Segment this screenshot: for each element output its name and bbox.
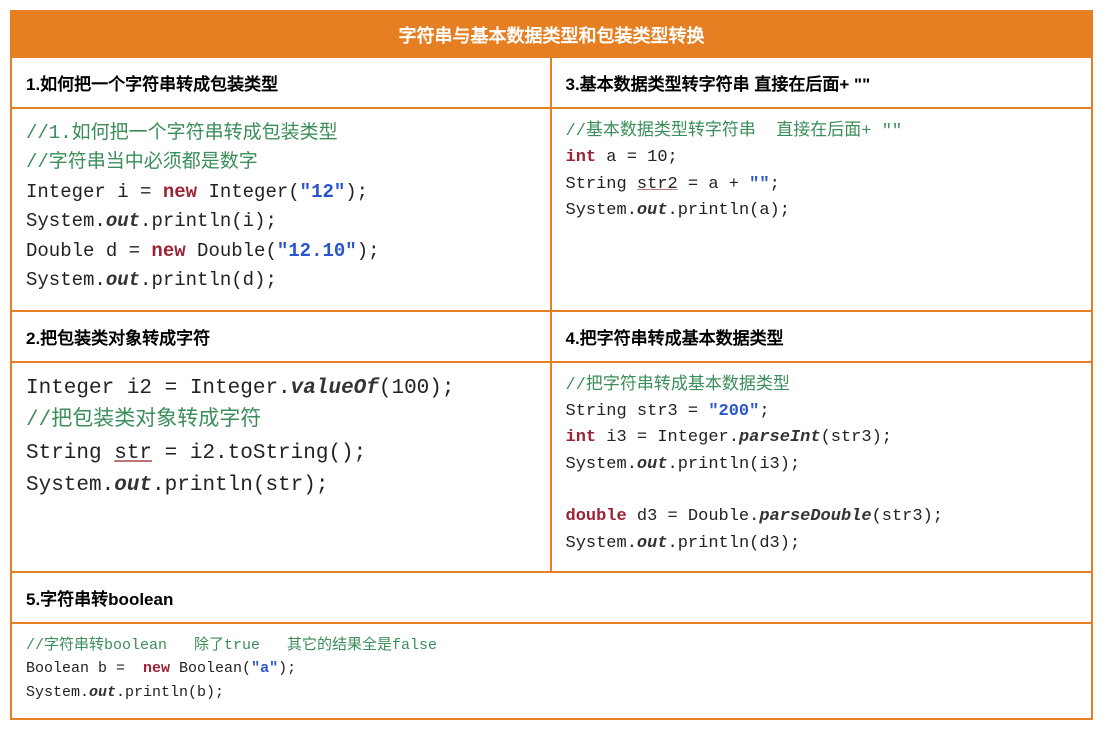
code-text: a = 10;	[596, 148, 678, 167]
code-text: String	[566, 175, 637, 194]
comment: //把字符串转成基本数据类型	[566, 376, 790, 395]
section-4: 4.把字符串转成基本数据类型 //把字符串转成基本数据类型 String str…	[552, 312, 1092, 573]
code-text: .println(str);	[152, 474, 328, 497]
code-text: Double d =	[26, 240, 151, 262]
keyword: int	[566, 148, 597, 167]
keyword: int	[566, 428, 597, 447]
static-method: parseInt	[739, 428, 821, 447]
code-text: System.	[26, 684, 89, 701]
section-1: 1.如何把一个字符串转成包装类型 //1.如何把一个字符串转成包装类型 //字符…	[12, 58, 552, 312]
section-4-code: //把字符串转成基本数据类型 String str3 = "200"; int …	[552, 363, 1092, 571]
section-5-code: //字符串转boolean 除了true 其它的结果全是false Boolea…	[12, 624, 1091, 718]
string-literal: "a"	[251, 660, 278, 677]
code-text: System.	[26, 269, 106, 291]
code-text: );	[357, 240, 380, 262]
code-text: Integer i2 = Integer.	[26, 377, 291, 400]
section-1-code: //1.如何把一个字符串转成包装类型 //字符串当中必须都是数字 Integer…	[12, 109, 550, 310]
comment: //基本数据类型转字符串 直接在后面+ ""	[566, 122, 903, 141]
code-text: .println(b);	[116, 684, 224, 701]
code-text: System.	[26, 474, 114, 497]
code-text: );	[278, 660, 296, 677]
static-field: out	[114, 474, 152, 497]
section-3-code: //基本数据类型转字符串 直接在后面+ "" int a = 10; Strin…	[552, 109, 1092, 238]
section-2-heading: 2.把包装类对象转成字符	[12, 312, 550, 363]
code-text: .println(i);	[140, 210, 277, 232]
code-text: Boolean(	[170, 660, 251, 677]
code-text: .println(d3);	[668, 534, 801, 553]
comment: //把包装类对象转成字符	[26, 409, 261, 432]
warning-underline: str	[114, 442, 152, 465]
string-literal: ""	[749, 175, 769, 194]
code-text: d3 = Double.	[627, 507, 760, 526]
code-text: = i2.toString();	[152, 442, 366, 465]
code-text: );	[345, 181, 368, 203]
code-text: (str3);	[821, 428, 892, 447]
code-text: Boolean b =	[26, 660, 143, 677]
keyword: new	[151, 240, 185, 262]
section-3-heading: 3.基本数据类型转字符串 直接在后面+ ""	[552, 58, 1092, 109]
static-field: out	[89, 684, 116, 701]
static-field: out	[106, 210, 140, 232]
section-2-code: Integer i2 = Integer.valueOf(100); //把包装…	[12, 363, 550, 517]
content-grid: 1.如何把一个字符串转成包装类型 //1.如何把一个字符串转成包装类型 //字符…	[12, 58, 1091, 718]
code-text: System.	[566, 534, 637, 553]
code-text: Double(	[186, 240, 277, 262]
code-text: ;	[770, 175, 780, 194]
static-field: out	[637, 455, 668, 474]
document-title: 字符串与基本数据类型和包装类型转换	[12, 12, 1091, 58]
section-2: 2.把包装类对象转成字符 Integer i2 = Integer.valueO…	[12, 312, 552, 573]
code-text: = a +	[678, 175, 749, 194]
code-text: System.	[26, 210, 106, 232]
comment: //字符串转boolean 除了true 其它的结果全是false	[26, 637, 437, 654]
code-text: Integer(	[197, 181, 300, 203]
string-literal: "200"	[708, 402, 759, 421]
code-text: (str3);	[872, 507, 943, 526]
static-field: out	[106, 269, 140, 291]
section-5: 5.字符串转boolean //字符串转boolean 除了true 其它的结果…	[12, 573, 1091, 718]
section-4-heading: 4.把字符串转成基本数据类型	[552, 312, 1092, 363]
string-literal: "12.10"	[277, 240, 357, 262]
code-text: Integer i =	[26, 181, 163, 203]
code-text: .println(i3);	[668, 455, 801, 474]
section-5-heading: 5.字符串转boolean	[12, 573, 1091, 624]
code-text: String	[26, 442, 114, 465]
comment: //1.如何把一个字符串转成包装类型	[26, 122, 338, 144]
keyword: new	[163, 181, 197, 203]
comment: //字符串当中必须都是数字	[26, 151, 258, 173]
warning-underline: str2	[637, 175, 678, 194]
section-1-heading: 1.如何把一个字符串转成包装类型	[12, 58, 550, 109]
static-field: out	[637, 201, 668, 220]
blank-line	[566, 481, 576, 500]
static-method: valueOf	[291, 377, 379, 400]
static-method: parseDouble	[759, 507, 871, 526]
code-text: System.	[566, 201, 637, 220]
code-text: (100);	[379, 377, 455, 400]
code-text: System.	[566, 455, 637, 474]
string-literal: "12"	[300, 181, 346, 203]
document-frame: 字符串与基本数据类型和包装类型转换 1.如何把一个字符串转成包装类型 //1.如…	[10, 10, 1093, 720]
code-text: .println(a);	[668, 201, 790, 220]
static-field: out	[637, 534, 668, 553]
code-text: .println(d);	[140, 269, 277, 291]
code-text: i3 = Integer.	[596, 428, 739, 447]
keyword: double	[566, 507, 627, 526]
keyword: new	[143, 660, 170, 677]
code-text: ;	[759, 402, 769, 421]
section-3: 3.基本数据类型转字符串 直接在后面+ "" //基本数据类型转字符串 直接在后…	[552, 58, 1092, 312]
code-text: String str3 =	[566, 402, 709, 421]
